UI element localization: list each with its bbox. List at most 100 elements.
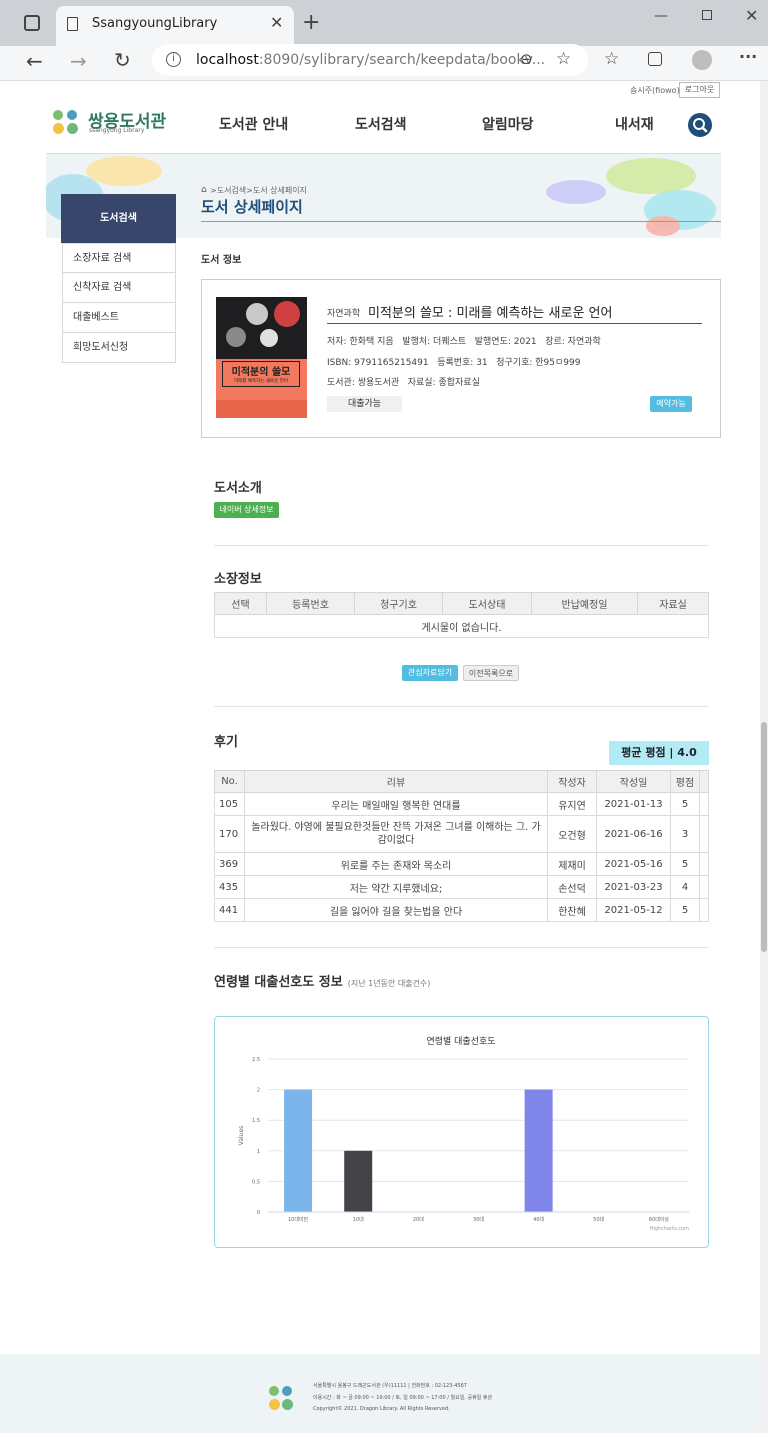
y-tick-label: 2 bbox=[257, 1088, 260, 1094]
nav-notice[interactable]: 알림마당 bbox=[482, 114, 534, 134]
naver-detail-button[interactable]: 네이버 상세정보 bbox=[214, 502, 279, 518]
col-reg-no: 등록번호 bbox=[266, 592, 355, 615]
bar-40대 bbox=[524, 1089, 553, 1212]
review-score: 5 bbox=[670, 852, 700, 876]
book-category: 자연과학 bbox=[327, 309, 361, 319]
cloud-decoration bbox=[646, 216, 680, 236]
home-icon[interactable]: ⌂ bbox=[201, 185, 207, 195]
col-status: 도서상태 bbox=[442, 592, 532, 615]
review-date: 2021-05-12 bbox=[596, 898, 671, 922]
nav-library-info[interactable]: 도서관 안내 bbox=[219, 114, 288, 134]
reviews-header-row: No. 리뷰 작성자 작성일 평점 bbox=[214, 770, 709, 793]
x-tick-label: 50대 bbox=[593, 1216, 604, 1223]
nav-my-library[interactable]: 내서재 bbox=[615, 114, 654, 134]
col-room: 자료실 bbox=[637, 592, 709, 615]
favorite-add-icon[interactable]: ☆ bbox=[556, 49, 571, 69]
logo-subtext: ssangyong Library bbox=[89, 127, 145, 134]
cover-planet bbox=[260, 329, 278, 347]
cover-footer bbox=[216, 400, 307, 418]
book-meta-line: ISBN: 9791165215491 등록번호: 31 청구기호: 한95ㅁ9… bbox=[327, 358, 581, 368]
scrollbar-thumb[interactable] bbox=[761, 722, 767, 952]
review-writer: 제재미 bbox=[547, 852, 597, 876]
y-tick-label: 0.5 bbox=[252, 1179, 260, 1185]
table-row[interactable]: 105 우리는 매일매일 행복한 연대를 유지연 2021-01-13 5 bbox=[214, 792, 709, 816]
cover-planet bbox=[274, 301, 300, 327]
average-score-badge: 평균 평점 | 4.0 bbox=[609, 741, 709, 765]
col-no: No. bbox=[214, 770, 245, 793]
review-date: 2021-05-16 bbox=[596, 852, 671, 876]
forward-icon[interactable]: → bbox=[70, 49, 87, 73]
search-button[interactable] bbox=[688, 113, 712, 137]
sidebar-heading: 도서검색 bbox=[61, 194, 176, 243]
review-text: 길을 잃어야 길을 찾는법을 안다 bbox=[244, 898, 548, 922]
table-row[interactable]: 441 길을 잃어야 길을 찾는법을 안다 한찬혜 2021-05-12 5 bbox=[214, 898, 709, 922]
sidebar-item-book-request[interactable]: 희망도서신청 bbox=[62, 333, 176, 363]
nav-book-search[interactable]: 도서검색 bbox=[355, 114, 407, 134]
review-extra bbox=[699, 898, 709, 922]
tab-close-icon[interactable]: ✕ bbox=[270, 13, 283, 32]
favorites-icon[interactable]: ☆ bbox=[604, 49, 619, 69]
x-tick-label: 40대 bbox=[533, 1216, 544, 1223]
minimize-icon[interactable]: — bbox=[654, 8, 668, 24]
tab-actions-icon[interactable] bbox=[24, 15, 40, 31]
logo-dot-3 bbox=[269, 1399, 280, 1410]
x-tick-label: 10대 bbox=[353, 1216, 364, 1223]
logo[interactable]: 쌍용도서관 ssangyong Library bbox=[52, 108, 182, 138]
footer-copyright: Copyright© 2021. Dragon Library. All Rig… bbox=[313, 1406, 450, 1412]
y-tick-label: 0 bbox=[257, 1210, 260, 1216]
sidebar-item-loan-best[interactable]: 대출베스트 bbox=[62, 303, 176, 333]
review-writer: 유지연 bbox=[547, 792, 597, 816]
refresh-icon[interactable]: ↻ bbox=[114, 48, 131, 72]
holdings-empty-row: 게시물이 없습니다. bbox=[214, 614, 709, 638]
cover-title: 미적분의 쓸모 bbox=[231, 367, 291, 378]
collections-icon[interactable] bbox=[648, 52, 662, 66]
book-cover[interactable]: 미적분의 쓸모 미래를 예측하는 새로운 언어 bbox=[216, 297, 307, 418]
review-writer: 손선덕 bbox=[547, 875, 597, 899]
maximize-icon[interactable] bbox=[702, 10, 712, 20]
x-tick-label: 60대이상 bbox=[649, 1216, 670, 1223]
profile-avatar[interactable] bbox=[692, 50, 712, 70]
table-row[interactable]: 369 위로를 주는 존재와 목소리 제재미 2021-05-16 5 bbox=[214, 852, 709, 876]
col-due-date: 반납예정일 bbox=[531, 592, 638, 615]
back-to-list-button[interactable]: 이전목록으로 bbox=[463, 665, 519, 681]
chart-container: 연령별 대출선호도 0 0.5 1 1.5 2 2.5 Values 10대미만 10대 20대 30… bbox=[214, 1016, 709, 1248]
tab-title: SsangyoungLibrary bbox=[92, 16, 218, 31]
col-review: 리뷰 bbox=[244, 770, 548, 793]
table-row[interactable]: 435 저는 약간 지루했네요; 손선덕 2021-03-23 4 bbox=[214, 875, 709, 899]
loan-status-badge: 대출가능 bbox=[327, 396, 402, 412]
new-tab-icon[interactable]: + bbox=[302, 10, 320, 35]
zoom-icon[interactable]: ⊖ bbox=[520, 50, 533, 68]
review-no: 105 bbox=[214, 792, 245, 816]
logout-button[interactable]: 로그아웃 bbox=[679, 82, 720, 98]
back-icon[interactable]: ← bbox=[26, 49, 43, 73]
cloud-decoration bbox=[546, 180, 606, 204]
review-date: 2021-03-23 bbox=[596, 875, 671, 899]
sidebar-item-new-arrivals[interactable]: 신착자료 검색 bbox=[62, 273, 176, 303]
review-score: 4 bbox=[670, 875, 700, 899]
page-title: 도서 상세페이지 bbox=[201, 198, 303, 216]
logo-dot-2 bbox=[67, 110, 77, 120]
book-title: 미적분의 쓸모 : 미래를 예측하는 새로운 언어 bbox=[368, 306, 613, 321]
cloud-decoration bbox=[606, 158, 696, 194]
y-axis-label: Values bbox=[238, 1126, 245, 1146]
y-tick-label: 1.5 bbox=[252, 1118, 260, 1124]
table-row[interactable]: 170 놀라웠다. 야영에 불필요한것들만 잔뜩 가져온 그녀를 이해하는 그.… bbox=[214, 815, 709, 853]
logo-dot-3 bbox=[53, 123, 64, 134]
review-no: 441 bbox=[214, 898, 245, 922]
logo-dot-4 bbox=[282, 1399, 293, 1410]
y-tick-label: 2.5 bbox=[252, 1057, 260, 1063]
age-pref-note: (지난 1년동안 대출건수) bbox=[347, 979, 431, 988]
close-window-icon[interactable]: ✕ bbox=[745, 6, 758, 25]
reserve-button[interactable]: 예약가능 bbox=[650, 396, 692, 412]
holdings-title: 소장정보 bbox=[214, 572, 262, 587]
sidebar-item-holdings-search[interactable]: 소장자료 검색 bbox=[62, 243, 176, 273]
info-icon[interactable]: i bbox=[166, 52, 181, 67]
cover-planet bbox=[226, 327, 246, 347]
holdings-table: 선택 등록번호 청구기호 도서상태 반납예정일 자료실 게시물이 없습니다. bbox=[214, 592, 709, 638]
col-call-no: 청구기호 bbox=[354, 592, 443, 615]
age-chart: 연령별 대출선호도 0 0.5 1 1.5 2 2.5 Values 10대미만 10대 20대 30… bbox=[238, 1035, 689, 1232]
x-tick-label: 30대 bbox=[473, 1216, 484, 1223]
add-interest-button[interactable]: 관심자료담기 bbox=[402, 665, 458, 681]
more-menu-icon[interactable]: ··· bbox=[739, 47, 757, 66]
url-text: localhost:8090/sylibrary/search/keepdata… bbox=[196, 52, 546, 68]
